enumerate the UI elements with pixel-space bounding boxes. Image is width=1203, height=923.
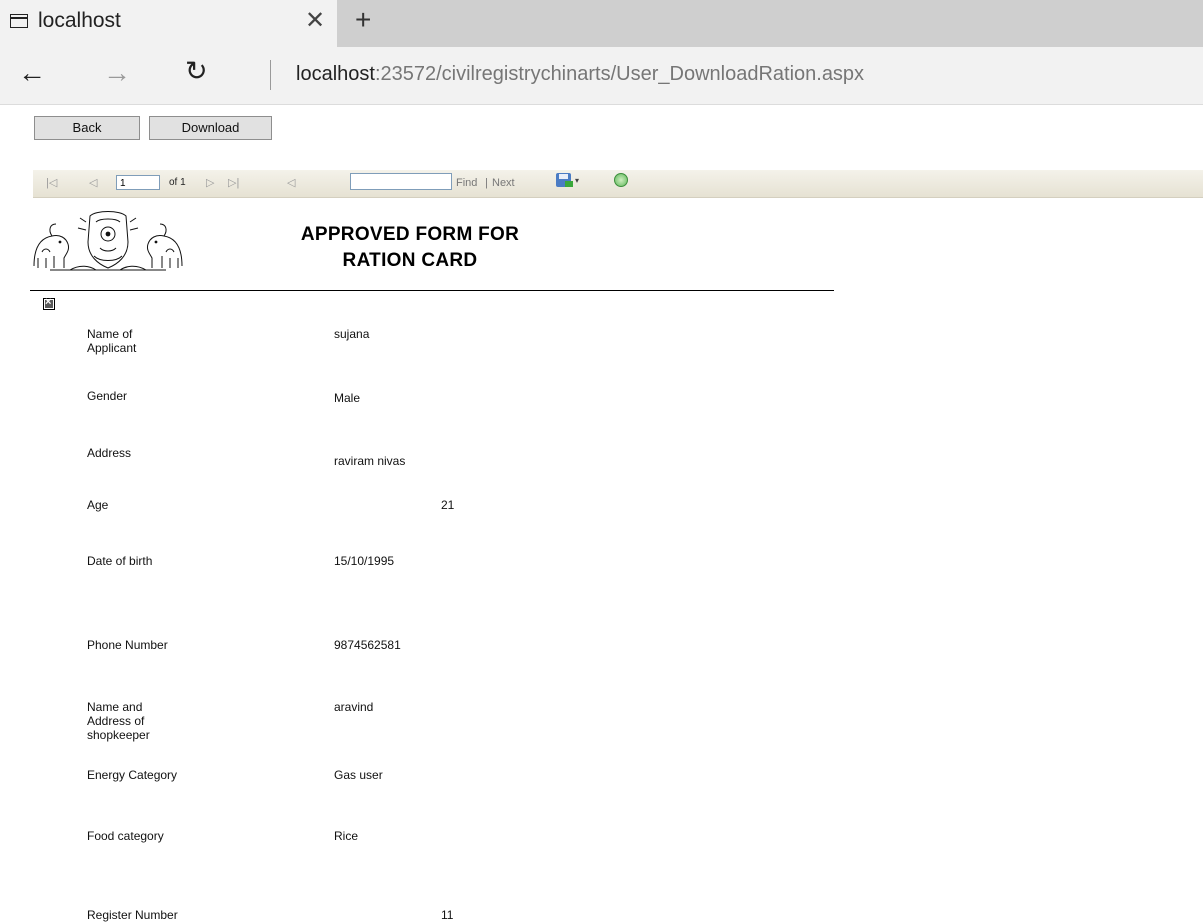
report-title-line-2: RATION CARD [342, 250, 478, 271]
back-to-parent-icon[interactable]: ◁ [287, 176, 295, 189]
find-next-link[interactable]: Next [492, 177, 515, 189]
field-value-address: raviram nivas [334, 454, 406, 468]
field-value-register: 11 [441, 908, 454, 922]
field-value-energy: Gas user [334, 768, 383, 782]
download-button[interactable]: Download [149, 116, 272, 140]
find-text-input[interactable] [350, 173, 452, 190]
report-title-line-1: APPROVED FORM FOR [300, 224, 520, 245]
field-label-energy: Energy Category [87, 768, 178, 782]
field-value-phone: 9874562581 [334, 638, 401, 652]
last-page-icon[interactable]: ▷| [228, 176, 239, 189]
field-label-text: Name of Applicant [87, 327, 137, 355]
field-label-food: Food category [87, 829, 164, 843]
broken-image-icon [43, 296, 55, 310]
field-label-register: Register Number [87, 908, 178, 922]
browser-tab[interactable]: localhost ✕ [0, 0, 337, 47]
field-label-phone: Phone Number [87, 638, 168, 652]
url-host: localhost [296, 63, 375, 85]
field-label-age: Age [87, 498, 109, 512]
page-number-input[interactable]: 1 [116, 175, 160, 190]
prev-page-icon[interactable]: ◁ [89, 176, 97, 189]
field-value-gender: Male [334, 391, 361, 405]
find-separator: | [485, 177, 488, 189]
find-link[interactable]: Find [456, 177, 477, 189]
navigation-bar: ← → ↻ localhost:23572/civilregistrychina… [0, 47, 1203, 105]
export-dropdown-icon[interactable]: ▾ [575, 176, 579, 185]
tab-page-icon [10, 14, 28, 28]
url-path: :23572/civilregistrychinarts/User_Downlo… [374, 63, 865, 85]
back-arrow-icon[interactable]: ← [18, 59, 46, 87]
refresh-icon[interactable]: ↻ [185, 58, 208, 85]
page-count-label: of 1 [169, 177, 186, 188]
field-value-shopkeeper: aravind [334, 700, 374, 714]
field-label-gender: Gender [87, 389, 128, 403]
header-divider [30, 290, 834, 291]
field-label-dob: Date of birth [87, 554, 153, 568]
forward-arrow-icon[interactable]: → [103, 59, 131, 87]
back-button[interactable]: Back [34, 116, 140, 140]
report-title: APPROVED FORM FOR RATION CARD [230, 222, 590, 274]
report-refresh-icon[interactable] [614, 173, 628, 187]
field-value-name: sujana [334, 327, 370, 341]
save-export-icon[interactable] [556, 173, 573, 187]
close-tab-icon[interactable]: ✕ [305, 6, 325, 35]
state-emblem-icon [33, 211, 183, 271]
address-bar[interactable]: localhost:23572/civilregistrychinarts/Us… [296, 63, 864, 86]
field-label-shopkeeper: Name and Address of shopkeeper [87, 700, 257, 742]
next-page-icon[interactable]: ▷ [206, 176, 214, 189]
field-label-address: Address [87, 446, 132, 460]
field-value-dob: 15/10/1995 [334, 554, 395, 568]
tab-bar: localhost ✕ + [0, 0, 1203, 47]
tab-title: localhost [38, 9, 121, 32]
field-label-text: Name and Address of shopkeeper [87, 700, 150, 742]
address-divider [270, 60, 271, 90]
field-value-food: Rice [334, 829, 359, 843]
new-tab-icon[interactable]: + [355, 4, 371, 36]
field-value-age: 21 [441, 498, 455, 512]
first-page-icon[interactable]: |◁ [46, 176, 57, 189]
field-label-name: Name of Applicant [87, 327, 257, 355]
